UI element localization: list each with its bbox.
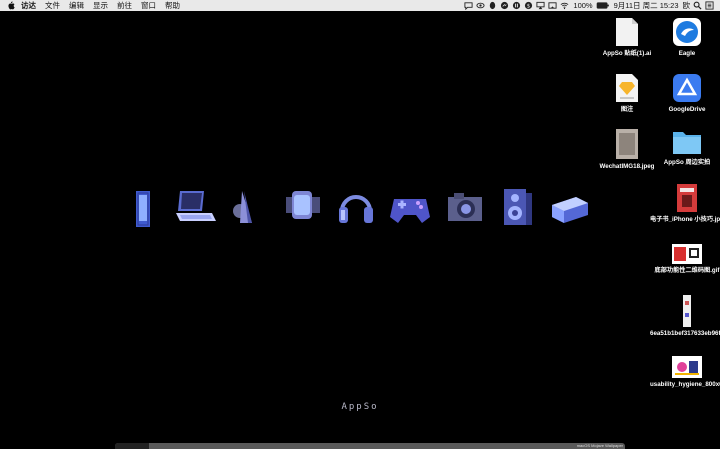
search-icon[interactable] [693, 1, 702, 10]
vr-headset-pixel-icon [552, 197, 588, 223]
smartwatch-pixel-icon [286, 191, 320, 219]
desktop-item-label: 电子书_iPhone 小技巧.jpg [650, 216, 720, 223]
input-method[interactable]: 欧 [683, 0, 691, 11]
battery-icon[interactable] [596, 1, 610, 10]
desktop-item-label: usability_hygiene_800x600.jpg [650, 381, 720, 388]
desktop-item-qr-banner[interactable]: 底部功能性二维码图.gif [650, 244, 720, 275]
desktop-item-appso-merch-folder[interactable]: AppSo 周边实拍 [650, 128, 720, 167]
qq-icon[interactable] [488, 1, 497, 10]
desktop-item-ebook-iphone-tips[interactable]: 电子书_iPhone 小技巧.jpg [650, 183, 720, 224]
desktop-item-label: 底部功能性二维码图.gif [654, 267, 720, 274]
gamepad-pixel-icon [390, 199, 430, 223]
desktop-item-gif-strip[interactable]: 6ea51b1bef317633eb96f9...658.gif [650, 295, 720, 338]
google-drive-app-icon [673, 74, 701, 102]
cast-icon[interactable] [548, 1, 557, 10]
menu-bar: 访达 文件 编辑 显示 前往 窗口 帮助 $ 100% 9月11日 周二 15:… [0, 0, 720, 11]
desktop-item-googledrive[interactable]: GoogleDrive [650, 73, 720, 114]
dock-edge-dark-segment [115, 443, 149, 449]
illustration-thumbnail-icon [672, 356, 702, 378]
desktop-item-label: GoogleDrive [668, 106, 706, 113]
menu-help[interactable]: 帮助 [165, 0, 180, 11]
dollar-icon[interactable]: $ [524, 1, 533, 10]
desktop-item-label: 6ea51b1bef317633eb96f9...658.gif [650, 330, 720, 337]
desktop-item-eagle[interactable]: Eagle [650, 17, 720, 58]
status-area: $ 100% 9月11日 周二 15:23 欧 [461, 0, 714, 11]
desktop-item-usability-hygiene[interactable]: usability_hygiene_800x600.jpg [650, 356, 720, 389]
clock[interactable]: 9月11日 周二 15:23 [614, 0, 679, 11]
messenger-icon[interactable] [500, 1, 509, 10]
desktop-item-label: Eagle [678, 50, 696, 57]
pause-icon[interactable] [512, 1, 521, 10]
headphones-pixel-icon [339, 195, 373, 223]
lamp-pixel-icon [233, 191, 252, 223]
desktop-item-label: AppSo 周边实拍 [663, 159, 711, 166]
wifi-icon[interactable] [560, 1, 569, 10]
folder-icon [673, 132, 701, 154]
menu-window[interactable]: 窗口 [141, 0, 156, 11]
eye-icon[interactable] [476, 1, 485, 10]
photo-thumbnail-icon [616, 129, 638, 159]
wallpaper-brand-text: AppSo [341, 402, 379, 412]
laptop-pixel-icon [176, 191, 216, 221]
menu-finder[interactable]: 访达 [21, 0, 36, 11]
book-cover-thumbnail-icon [677, 184, 697, 212]
dock-edge-label: macOS Mojave Wallpaper [576, 443, 623, 448]
eagle-app-icon [673, 18, 701, 46]
menu-edit[interactable]: 编辑 [69, 0, 84, 11]
tall-strip-thumbnail-icon [683, 295, 691, 327]
phone-pixel-icon [136, 191, 150, 227]
camera-pixel-icon [448, 193, 482, 221]
chat-icon[interactable] [464, 1, 473, 10]
battery-percent: 100% [573, 1, 593, 10]
sketch-file-icon [616, 74, 638, 102]
list-icon[interactable] [705, 1, 714, 10]
apple-logo-icon[interactable] [7, 1, 15, 10]
qr-banner-thumbnail-icon [672, 244, 702, 264]
speaker-pixel-icon [504, 189, 532, 225]
airplay-icon[interactable] [536, 1, 545, 10]
wallpaper-device-row [130, 185, 590, 235]
menu-go[interactable]: 前往 [117, 0, 132, 11]
document-file-icon [616, 18, 638, 46]
dock-edge[interactable]: macOS Mojave Wallpaper [115, 443, 625, 449]
menu-view[interactable]: 显示 [93, 0, 108, 11]
svg-text:$: $ [527, 4, 530, 10]
menu-file[interactable]: 文件 [45, 0, 60, 11]
